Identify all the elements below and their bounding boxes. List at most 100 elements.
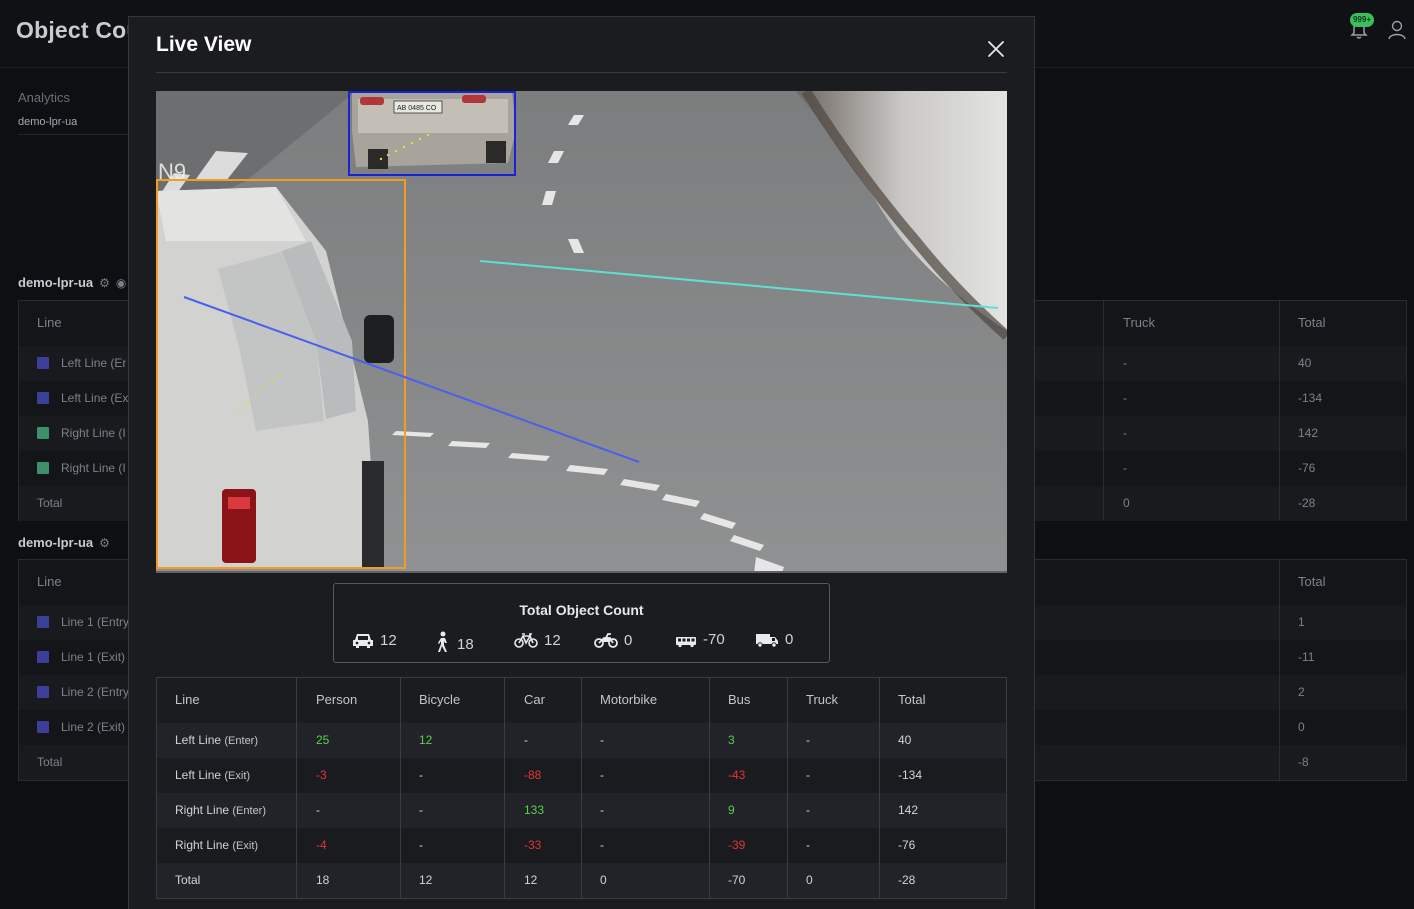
count-bicycle-value: 12: [544, 632, 561, 649]
modal-title: Live View: [156, 33, 252, 56]
cell-motorbike: -: [600, 803, 604, 817]
cell-car: -88: [524, 768, 542, 782]
row-label-text: Line 2 (Entry: [61, 685, 130, 699]
cell-total: -28: [1298, 496, 1316, 510]
row-line-name: Right Line (Exit): [175, 828, 258, 863]
row-label-text: Right Line (I: [61, 461, 126, 475]
cell-truck: -: [1123, 426, 1127, 440]
cell-total: 1: [1298, 615, 1305, 629]
cell-bicycle: 12: [419, 873, 433, 887]
row-label: Total: [37, 755, 63, 769]
cell-total: 142: [898, 803, 919, 817]
cell-truck: 0: [806, 873, 813, 887]
column-divider: [1279, 301, 1280, 520]
line-name: Right Line: [175, 838, 230, 852]
line-name: Left Line: [175, 733, 222, 747]
cell-total: 2: [1298, 685, 1305, 699]
person-icon: [438, 631, 447, 652]
cell-car: -33: [524, 838, 542, 852]
truck-icon: [756, 634, 778, 648]
cell-total: 0: [1298, 720, 1305, 734]
cell-total: -8: [1298, 755, 1309, 769]
color-swatch: [37, 721, 49, 733]
breadcrumb-section[interactable]: Analytics: [18, 90, 70, 105]
close-icon[interactable]: [985, 38, 1007, 60]
cell-bicycle: -: [419, 768, 423, 782]
section-title: demo-lpr-ua ⚙ ◉: [18, 275, 126, 290]
column-divider: [787, 678, 788, 898]
cell-car: 12: [524, 873, 538, 887]
column-divider: [709, 678, 710, 898]
total-object-count-title: Total Object Count: [519, 602, 644, 618]
count-car: 12: [352, 631, 397, 651]
eye-icon[interactable]: ◉: [116, 276, 126, 290]
cell-total: 40: [898, 733, 912, 747]
line-direction: (Exit): [224, 770, 251, 782]
cell-motorbike: -: [600, 838, 604, 852]
color-swatch: [37, 462, 49, 474]
total-object-count-card: Total Object Count 12 18 12 0 -70 0: [333, 583, 830, 663]
car-icon: [353, 634, 373, 648]
count-car-value: 12: [380, 632, 397, 649]
video-frame: AB 0485 CO N9: [156, 91, 1007, 571]
cell-truck: -: [806, 803, 810, 817]
line-direction: (Enter): [232, 805, 267, 817]
cell-motorbike: -: [600, 733, 604, 747]
breadcrumb-item[interactable]: demo-lpr-ua: [18, 116, 77, 128]
header-line: Line: [37, 315, 62, 330]
column-divider: [296, 678, 297, 898]
count-bus-value: -70: [703, 631, 725, 648]
car-image: AB 0485 CO: [352, 91, 516, 169]
gear-icon[interactable]: ⚙: [99, 536, 110, 550]
count-motorbike: 0: [594, 631, 632, 651]
motorbike-icon: [594, 633, 618, 648]
cell-truck: -: [806, 768, 810, 782]
cell-car: -: [524, 733, 528, 747]
color-swatch: [37, 686, 49, 698]
header-line: Line: [37, 574, 62, 589]
gear-icon[interactable]: ⚙: [99, 276, 110, 290]
row-label: Left Line (Ex: [37, 381, 128, 416]
row-line-name: Right Line (Enter): [175, 793, 266, 828]
row-label: Total: [37, 496, 63, 510]
row-label-text: Left Line (Ex: [61, 391, 129, 405]
cell-truck: -: [806, 733, 810, 747]
header-person: Person: [316, 692, 358, 707]
row-label-text: Line 1 (Entry: [61, 615, 130, 629]
cell-truck: -: [1123, 461, 1127, 475]
cell-bus: 3: [728, 733, 735, 747]
user-icon[interactable]: [1387, 20, 1407, 40]
line-count-table: Line Person Bicycle Car Motorbike Bus Tr…: [156, 677, 1007, 899]
cell-motorbike: -: [600, 768, 604, 782]
color-swatch: [37, 392, 49, 404]
bicycle-icon: [514, 633, 538, 648]
row-line-name: Total: [175, 873, 201, 887]
cell-total: 142: [1298, 426, 1319, 440]
row-label-text: Left Line (Er: [61, 356, 127, 370]
column-divider: [1279, 560, 1280, 780]
cell-person: -3: [316, 768, 327, 782]
row-label-text: Right Line (I: [61, 426, 126, 440]
live-view-modal: Live View AB 0485 CO N9 Total Object Cou…: [128, 16, 1035, 909]
header-car: Car: [524, 692, 545, 707]
video-feed: AB 0485 CO N9: [156, 91, 1007, 573]
bus-icon: [676, 637, 696, 648]
cell-truck: 0: [1123, 496, 1130, 510]
row-label: Left Line (Er: [37, 346, 126, 381]
count-person: 18: [435, 631, 474, 653]
count-bicycle: 12: [514, 631, 561, 651]
cell-total: -11: [1298, 650, 1315, 664]
column-divider: [504, 678, 505, 898]
column-divider: [581, 678, 582, 898]
modal-divider: [156, 72, 1007, 73]
section-title-text: demo-lpr-ua: [18, 275, 94, 290]
color-swatch: [37, 616, 49, 628]
cell-total: -134: [898, 768, 923, 782]
row-label: Line 1 (Entry: [37, 605, 129, 640]
cell-person: 25: [316, 733, 330, 747]
header-bus: Bus: [728, 692, 751, 707]
header-truck: Truck: [806, 692, 839, 707]
cell-total: -76: [1298, 461, 1316, 475]
cell-person: 18: [316, 873, 330, 887]
header-motorbike: Motorbike: [600, 692, 658, 707]
